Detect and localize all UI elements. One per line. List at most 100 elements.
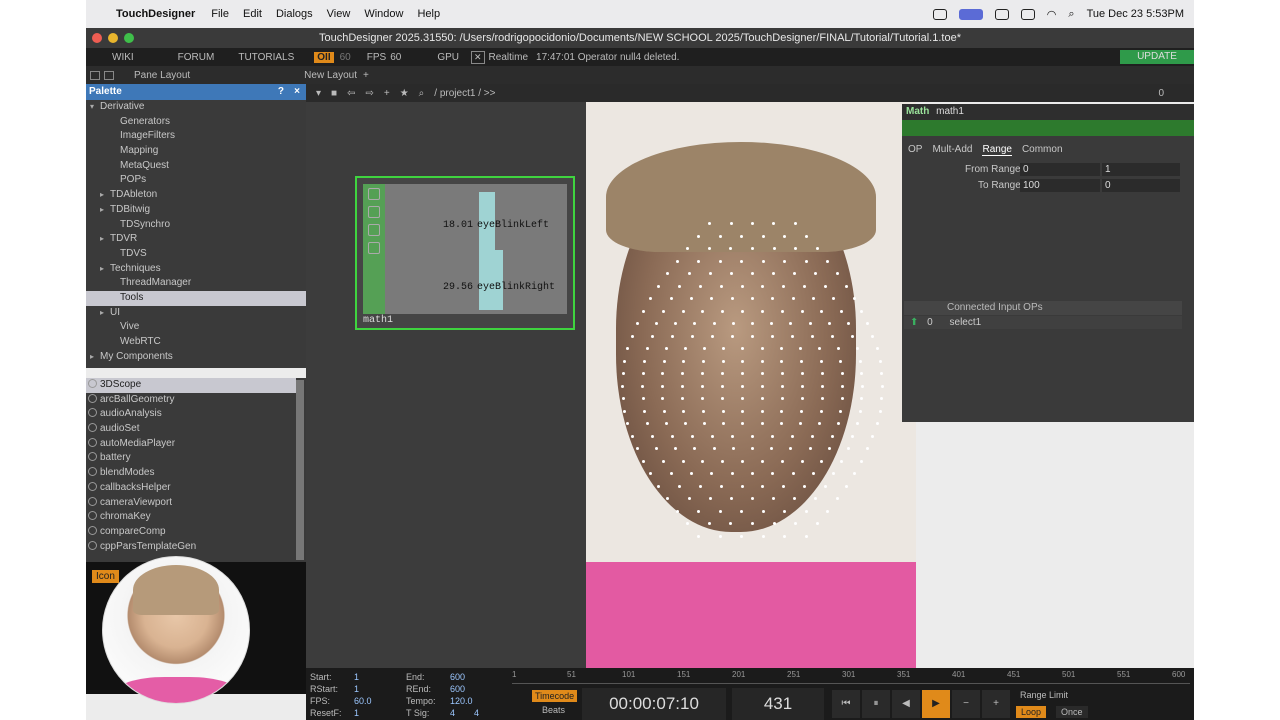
connected-name[interactable]: select1 (950, 317, 982, 328)
palette-item[interactable]: Mapping (86, 144, 306, 159)
math-node[interactable]: 18.01 eyeBlinkLeft 29.56 eyeBlinkRight m… (355, 176, 575, 330)
search-icon[interactable]: ⌕ (1068, 8, 1074, 21)
arrow-up-icon[interactable]: ⬆ (910, 317, 918, 328)
new-layout-button[interactable]: New Layout (304, 70, 357, 81)
menu-window[interactable]: Window (364, 8, 403, 20)
palette-item[interactable]: ▸ TDBitwig (86, 203, 306, 218)
component-item[interactable]: blendModes (86, 466, 296, 481)
palette-item[interactable]: WebRTC (86, 335, 306, 350)
icon-tab[interactable]: Icon (92, 570, 119, 583)
component-item[interactable]: arcBallGeometry (86, 393, 296, 408)
start-value[interactable]: 1 (354, 672, 359, 682)
network-path[interactable]: / project1 / >> (434, 88, 495, 99)
palette-item[interactable]: ThreadManager (86, 276, 306, 291)
expand-arrow-icon[interactable]: ▾ (90, 100, 100, 115)
home-icon[interactable] (104, 70, 114, 80)
play-icon[interactable]: ▶ (922, 690, 950, 718)
component-item[interactable]: cameraViewport (86, 496, 296, 511)
minimize-icon[interactable] (108, 33, 118, 43)
display-flag-icon[interactable] (368, 224, 380, 236)
back-icon[interactable]: ⇦ (347, 88, 355, 99)
step-minus-icon[interactable]: − (952, 690, 980, 718)
realtime-checkbox[interactable]: ✕ (471, 50, 485, 64)
menu-view[interactable]: View (327, 8, 351, 20)
step-back-icon[interactable]: ◀ (892, 690, 920, 718)
tab-range[interactable]: Range (982, 144, 1012, 156)
palette-item[interactable]: ▸ Techniques (86, 262, 306, 277)
expand-arrow-icon[interactable]: ▸ (100, 188, 110, 203)
component-item[interactable]: cppParsTemplateGen (86, 540, 296, 555)
gpu-button[interactable]: GPU (437, 52, 459, 63)
pane-layout-button[interactable]: Pane Layout (134, 70, 190, 81)
pane-icon[interactable] (90, 70, 100, 80)
battery-icon[interactable] (1020, 8, 1035, 20)
tab-op[interactable]: OP (908, 144, 922, 156)
timeline-ruler[interactable]: 1 51 101 151 201 251 301 351 401 451 501 551 600 (512, 670, 1190, 684)
component-item[interactable]: compareComp (86, 525, 296, 540)
palette-item[interactable]: ▸ UI (86, 306, 306, 321)
palette-item[interactable]: Generators (86, 115, 306, 130)
expand-arrow-icon[interactable]: ▸ (100, 306, 110, 321)
add-icon[interactable]: + (384, 88, 390, 99)
palette-item[interactable]: ImageFilters (86, 129, 306, 144)
to-range-field-1[interactable]: 100 (1020, 179, 1100, 192)
rstart-value[interactable]: 1 (354, 684, 359, 694)
menu-dialogs[interactable]: Dialogs (276, 8, 313, 20)
status-icon[interactable] (932, 8, 947, 20)
rend-value[interactable]: 600 (450, 684, 465, 694)
component-item[interactable]: 3DScope (86, 378, 296, 393)
end-value[interactable]: 600 (450, 672, 465, 682)
palette-item[interactable]: MetaQuest (86, 159, 306, 174)
component-item[interactable]: chromaKey (86, 510, 296, 525)
zoom-icon[interactable] (124, 33, 134, 43)
expand-arrow-icon[interactable]: ▸ (100, 262, 110, 277)
help-icon[interactable]: ? (278, 84, 284, 100)
palette-item[interactable]: ▸ TDVR (86, 232, 306, 247)
component-scrollbar[interactable] (296, 380, 304, 560)
beats-toggle[interactable]: Beats (542, 705, 565, 715)
component-item[interactable]: audioAnalysis (86, 407, 296, 422)
display-icon[interactable] (958, 8, 983, 20)
add-layout-icon[interactable]: + (363, 70, 369, 81)
stop-icon[interactable]: ■ (331, 88, 337, 99)
palette-item[interactable]: ▸ TDAbleton (86, 188, 306, 203)
timecode-display[interactable]: 00:00:07:10 (582, 688, 726, 720)
app-menu[interactable]: TouchDesigner (116, 8, 195, 20)
palette-item[interactable]: POPs (86, 173, 306, 188)
tab-common[interactable]: Common (1022, 144, 1063, 156)
viewer-toggle-icon[interactable] (368, 188, 380, 200)
close-palette-icon[interactable]: × (294, 84, 300, 100)
component-item[interactable]: autoMediaPlayer (86, 437, 296, 452)
rewind-icon[interactable]: ⏮ (832, 690, 860, 718)
palette-item[interactable]: Vive (86, 320, 306, 335)
wiki-button[interactable]: WIKI (100, 52, 146, 63)
forward-icon[interactable]: ⇨ (365, 88, 373, 99)
node-name[interactable]: math1 (363, 315, 393, 326)
to-range-field-2[interactable]: 0 (1102, 179, 1180, 192)
tempo-value[interactable]: 120.0 (450, 696, 473, 706)
op-name[interactable]: math1 (936, 106, 964, 117)
timecode-toggle[interactable]: Timecode (532, 690, 578, 702)
expand-arrow-icon[interactable]: ▸ (100, 203, 110, 218)
resetf-value[interactable]: 1 (354, 708, 359, 718)
close-icon[interactable] (92, 33, 102, 43)
oii-badge[interactable]: OII (314, 51, 334, 63)
tray-icon[interactable] (994, 8, 1009, 20)
search-op-icon[interactable]: ⌕ (419, 88, 425, 99)
expand-arrow-icon[interactable]: ▸ (100, 232, 110, 247)
palette-item[interactable]: TDVS (86, 247, 306, 262)
from-range-field-1[interactable]: 0 (1020, 163, 1100, 176)
step-plus-icon[interactable]: + (982, 690, 1010, 718)
loop-toggle[interactable]: Loop (1016, 706, 1047, 718)
tsig-a[interactable]: 4 (450, 708, 455, 718)
star-icon[interactable]: ★ (400, 88, 409, 99)
component-item[interactable]: callbacksHelper (86, 481, 296, 496)
menu-file[interactable]: File (211, 8, 229, 20)
expand-arrow-icon[interactable]: ▸ (90, 350, 100, 365)
tsig-b[interactable]: 4 (474, 708, 479, 718)
tutorials-button[interactable]: TUTORIALS (226, 52, 306, 63)
lock-icon[interactable] (368, 242, 380, 254)
palette-item[interactable]: ▾ Derivative (86, 100, 306, 115)
pause-icon[interactable]: ⏸ (862, 690, 890, 718)
forum-button[interactable]: FORUM (166, 52, 227, 63)
